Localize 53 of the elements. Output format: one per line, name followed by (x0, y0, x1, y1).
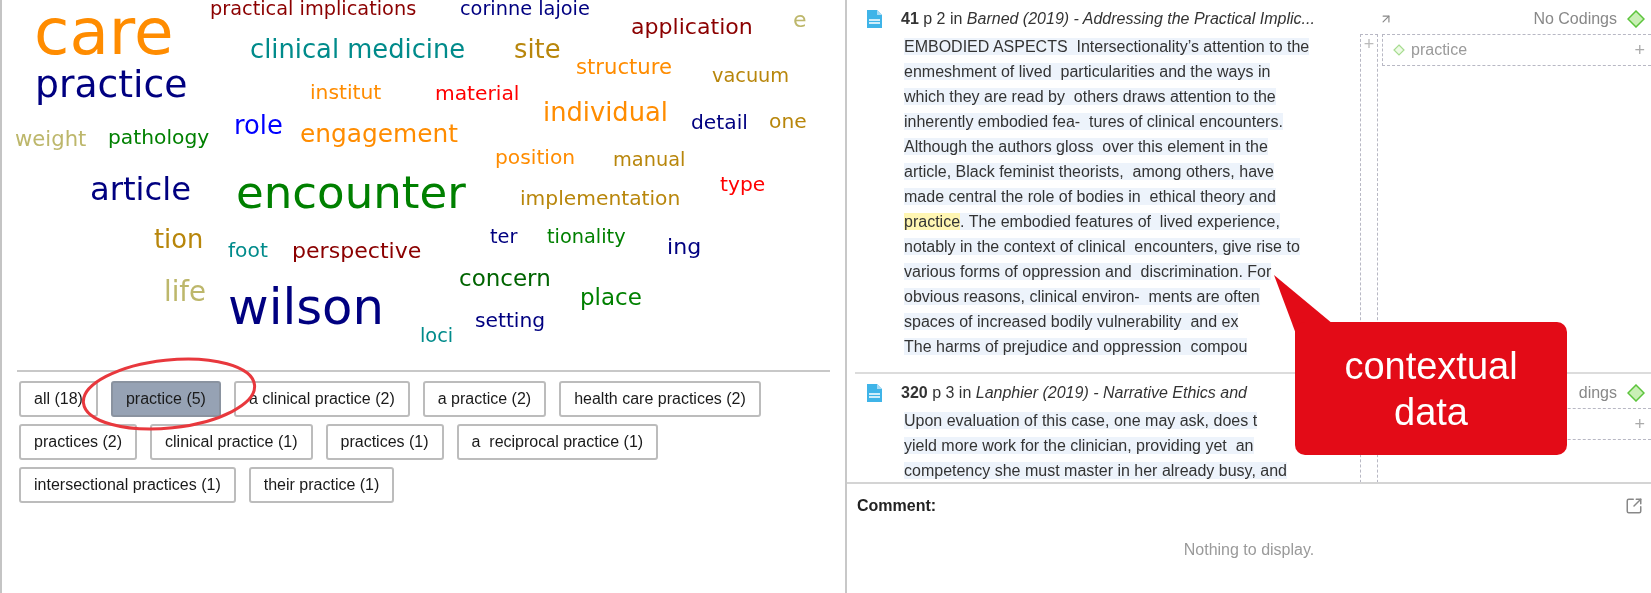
code-diamond-icon (1627, 10, 1645, 28)
cloud-word[interactable]: concern (459, 267, 551, 291)
cloud-word[interactable]: encounter (236, 170, 466, 216)
text-passage: EMBODIED ASPECTS Intersectionality’s attention to the enmeshment of lived particularities and the ways in which they are read by others draws attention to the inherently embodied fea- tures of clinical encounters. Although the authors gloss over this element in the article, Black feminist theorists, among others, have made central the role of bodies in ethical theory and practice. The embodied features of lived experience, notably in the context of clinical encounters, give rise to various forms of oppression and discrimination. For obvious reasons, clinical environ- ments are often spaces of increased bodily vulnerability and ex The harms of prejudice and oppression compou (904, 37, 1311, 357)
filter-chip[interactable]: clinical practice (1) (150, 424, 313, 460)
cloud-word[interactable]: implementation (520, 187, 681, 209)
entry-title[interactable]: 41 p 2 in Barned (2019) - Addressing the Practical Implic... (901, 7, 1315, 31)
cloud-word[interactable]: ter (490, 227, 518, 247)
cloud-word[interactable]: article (90, 172, 191, 205)
filter-chip[interactable]: practice (5) (110, 381, 221, 417)
filter-chip[interactable]: a reciprocal practice (1) (456, 424, 659, 460)
pdf-file-icon (866, 9, 883, 29)
cloud-word[interactable]: setting (475, 309, 546, 331)
filter-chip[interactable]: their practice (1) (248, 467, 395, 503)
cloud-word[interactable]: tionality (547, 227, 626, 247)
filter-chip[interactable]: practices (1) (325, 424, 444, 460)
cloud-word[interactable]: clinical medicine (250, 36, 466, 63)
cloud-word[interactable]: practice (35, 66, 188, 105)
cloud-word[interactable]: site (514, 36, 561, 63)
cloud-word[interactable]: type (720, 173, 766, 195)
codings-label: dings (1578, 383, 1617, 403)
pdf-file-icon (866, 383, 883, 403)
cloud-word[interactable]: perspective (292, 239, 422, 262)
cloud-word[interactable]: practical implications (210, 0, 417, 19)
cloud-word[interactable]: ing (667, 235, 702, 258)
codings-label: No Codings (1533, 9, 1617, 29)
cloud-word[interactable]: role (234, 112, 283, 139)
filter-chip[interactable]: intersectional practices (1) (19, 467, 236, 503)
cloud-word[interactable]: detail (691, 111, 748, 133)
empty-message: Nothing to display. (1183, 539, 1315, 560)
cloud-word[interactable]: corinne lajoie (460, 0, 590, 19)
expand-icon[interactable] (1625, 497, 1643, 515)
filter-chip[interactable]: all (18) (19, 381, 98, 417)
callout: contextual data (1295, 322, 1567, 455)
cloud-word[interactable]: vacuum (712, 66, 790, 86)
comment-label: Comment: (857, 496, 937, 516)
cloud-word[interactable]: loci (420, 326, 454, 346)
cloud-word[interactable]: one (769, 110, 807, 132)
filter-chip[interactable]: practices (2) (19, 424, 138, 460)
entry-title[interactable]: 320 p 3 in Lanphier (2019) - Narrative Ethics and (901, 381, 1247, 405)
cloud-word[interactable]: material (435, 82, 520, 104)
cloud-word[interactable]: place (580, 286, 642, 310)
code-diamond-icon (1627, 384, 1645, 402)
cloud-word[interactable]: application (631, 15, 753, 38)
cloud-word[interactable]: pathology (108, 126, 210, 148)
cloud-word[interactable]: wilson (228, 283, 384, 333)
filter-chip[interactable]: a practice (2) (422, 381, 547, 417)
filter-chip[interactable]: health care practices (2) (559, 381, 761, 417)
cloud-word[interactable]: foot (228, 239, 268, 261)
cloud-word[interactable]: manual (613, 150, 686, 170)
cloud-word[interactable]: tion (154, 226, 204, 253)
code-label[interactable]: practice (1411, 38, 1468, 62)
code-diamond-icon (1393, 44, 1405, 56)
